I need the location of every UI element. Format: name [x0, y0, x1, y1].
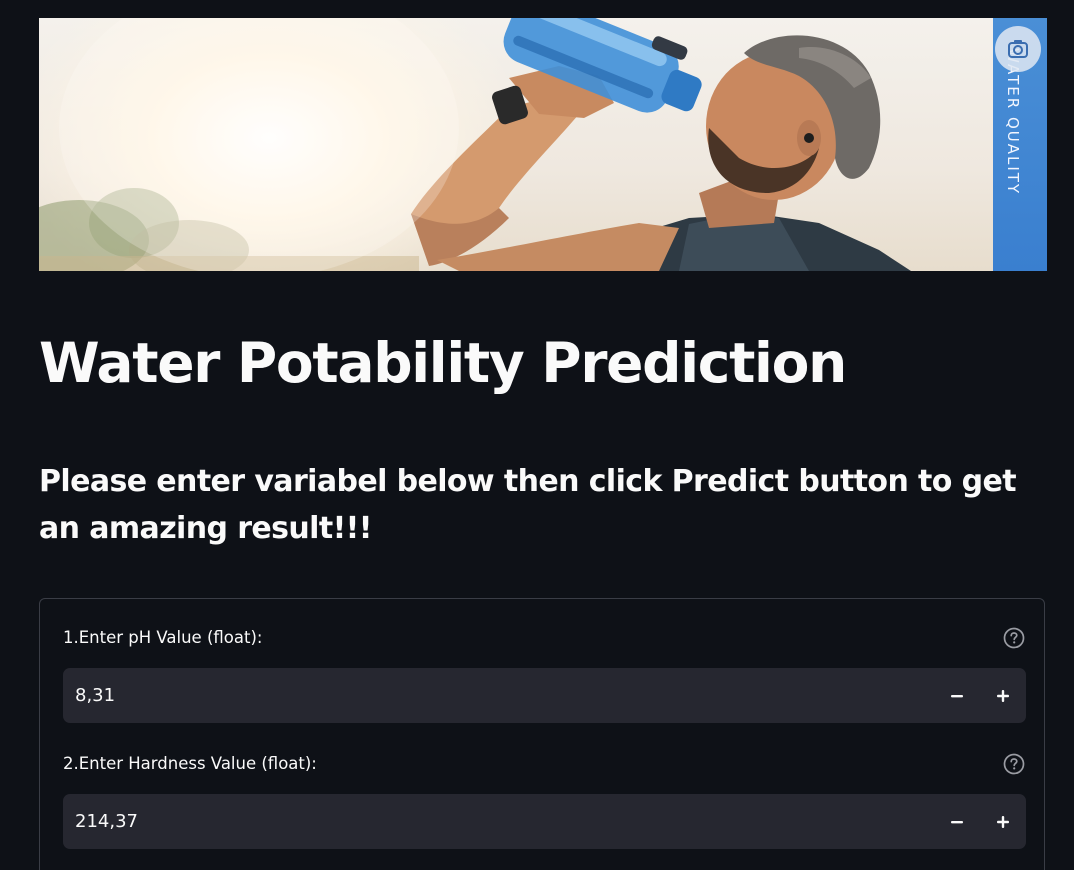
hero-photo — [39, 18, 911, 271]
hardness-field-label: 2.Enter Hardness Value (float): — [63, 754, 317, 773]
page-subtitle: Please enter variabel below then click P… — [39, 464, 1017, 546]
hardness-decrement-button[interactable] — [934, 794, 980, 849]
hardness-number-input[interactable]: 214,37 — [63, 794, 1026, 849]
ph-number-input[interactable]: 8,31 — [63, 668, 1026, 723]
plus-icon — [997, 815, 1009, 828]
hero-banner: WATER QUALITY — [39, 18, 1047, 271]
minus-icon — [951, 694, 963, 697]
hardness-input-value[interactable]: 214,37 — [75, 794, 138, 849]
ph-decrement-button[interactable] — [934, 668, 980, 723]
plus-icon — [997, 689, 1009, 702]
ph-increment-button[interactable] — [980, 668, 1026, 723]
ph-input-value[interactable]: 8,31 — [75, 668, 115, 723]
minus-icon — [951, 820, 963, 823]
app-page: WATER QUALITY Water Potability Predictio… — [0, 0, 1074, 870]
camera-icon[interactable] — [995, 26, 1041, 72]
ph-field-label: 1.Enter pH Value (float): — [63, 628, 263, 647]
page-title: Water Potability Prediction — [39, 331, 847, 395]
prediction-form: 1.Enter pH Value (float): 8,31 2.Enter H… — [39, 598, 1045, 870]
question-circle-icon[interactable] — [1003, 753, 1025, 775]
hardness-increment-button[interactable] — [980, 794, 1026, 849]
question-circle-icon[interactable] — [1003, 627, 1025, 649]
